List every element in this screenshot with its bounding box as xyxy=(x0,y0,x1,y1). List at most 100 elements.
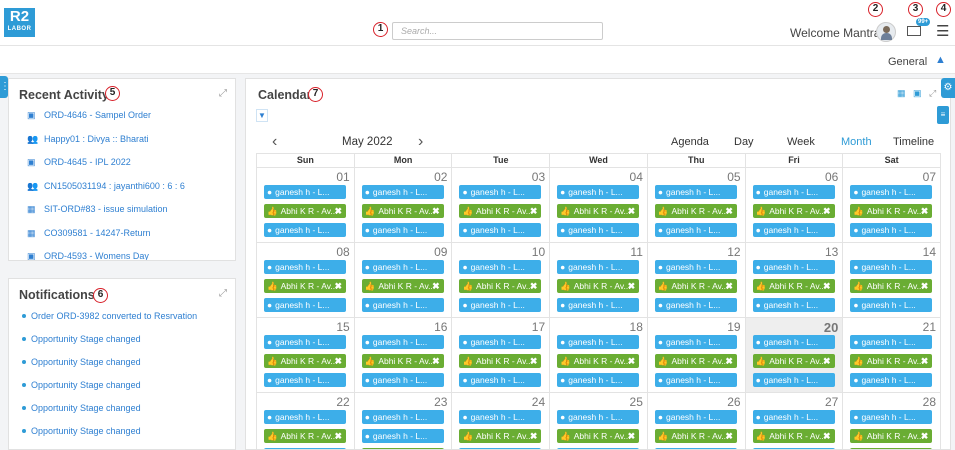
event-chip-abhi[interactable]: 👍Abhi K R - Av...✖ xyxy=(361,279,444,293)
event-chip-abhi[interactable]: 👍Abhi K R - Av...✖ xyxy=(752,429,835,443)
event-chip-ganesh[interactable]: ●ganesh h - L... xyxy=(264,298,346,312)
event-chip-ganesh[interactable]: ●ganesh h - L... xyxy=(459,410,542,424)
event-chip-ganesh[interactable]: ●ganesh h - L... xyxy=(654,223,737,237)
event-chip-abhi[interactable]: 👍Abhi K R - Av...✖ xyxy=(459,204,542,218)
event-chip-ganesh[interactable]: ●ganesh h - L... xyxy=(752,410,835,424)
event-chip-abhi[interactable]: 👍Abhi K R - Av...✖ xyxy=(361,204,444,218)
event-chip-abhi[interactable]: 👍Abhi K R - Av...✖ xyxy=(459,354,542,368)
event-chip-ganesh[interactable]: ●ganesh h - L... xyxy=(459,260,542,274)
activity-item[interactable]: ▣ ORD-4646 - Sampel Order xyxy=(27,110,151,121)
remove-event-icon[interactable]: ✖ xyxy=(628,204,636,218)
event-chip-ganesh[interactable]: ●ganesh h - L... xyxy=(654,298,737,312)
event-chip-abhi[interactable]: 👍Abhi K R - Av...✖ xyxy=(752,279,835,293)
event-chip-abhi[interactable]: 👍Abhi K R - Av...✖ xyxy=(264,429,346,443)
event-chip-ganesh[interactable]: ●ganesh h - L... xyxy=(654,335,737,349)
user-avatar[interactable] xyxy=(876,22,896,42)
remove-event-icon[interactable]: ✖ xyxy=(628,354,636,368)
remove-event-icon[interactable]: ✖ xyxy=(921,279,929,293)
event-chip-ganesh[interactable]: ●ganesh h - L... xyxy=(264,185,346,199)
event-chip-ganesh[interactable]: ●ganesh h - L... xyxy=(850,335,933,349)
calendar-day-cell[interactable]: 27●ganesh h - L...👍Abhi K R - Av...✖●gan… xyxy=(744,393,843,449)
event-chip-ganesh[interactable]: ●ganesh h - L... xyxy=(752,373,835,387)
calendar-day-cell[interactable]: 04 ● ganesh h - L... 👍 Abhi K R - Av... ✖ ● gan… xyxy=(549,168,647,243)
calendar-day-cell[interactable]: 06 ● ganesh h - L... 👍 Abhi K R - Av... ✖ ● gan… xyxy=(744,168,843,243)
event-chip-abhi[interactable]: 👍Abhi K R - Av...✖ xyxy=(459,279,542,293)
calendar-day-cell[interactable]: 08 ● ganesh h - L... 👍 Abhi K R - Av... ✖ ● gan… xyxy=(256,243,354,318)
remove-event-icon[interactable]: ✖ xyxy=(725,204,733,218)
event-chip-ganesh[interactable]: ●ganesh h - L... xyxy=(459,223,542,237)
event-chip-ganesh[interactable]: ●ganesh h - L... xyxy=(361,373,444,387)
calendar-day-cell[interactable]: 02 ● ganesh h - L... 👍 Abhi K R - Av... ✖ ● gan… xyxy=(353,168,452,243)
search-input[interactable] xyxy=(392,22,603,40)
remove-event-icon[interactable]: ✖ xyxy=(334,354,342,368)
calendar-day-cell[interactable]: 24●ganesh h - L...👍Abhi K R - Av...✖●gan… xyxy=(451,393,549,449)
event-chip-ganesh[interactable]: ●ganesh h - L... xyxy=(264,410,346,424)
event-chip-ganesh[interactable]: ●ganesh h - L... xyxy=(361,429,444,443)
calendar-day-cell[interactable]: 20 ● ganesh h - L... 👍 Abhi K R - Av... ✖ ● gan… xyxy=(744,318,843,393)
event-chip-ganesh[interactable]: ●ganesh h - L... xyxy=(361,335,444,349)
view-day[interactable]: Day xyxy=(734,136,754,148)
prev-month-button[interactable]: ‹ xyxy=(272,133,277,151)
remove-event-icon[interactable]: ✖ xyxy=(530,429,538,443)
event-chip-ganesh[interactable]: ●ganesh h - L... xyxy=(361,260,444,274)
view-agenda[interactable]: Agenda xyxy=(671,136,709,148)
remove-event-icon[interactable]: ✖ xyxy=(823,279,831,293)
event-chip-abhi[interactable]: 👍Abhi K R - Av...✖ xyxy=(654,429,737,443)
event-chip-abhi[interactable]: 👍Abhi K R - Av...✖ xyxy=(850,279,933,293)
general-dropdown[interactable]: General xyxy=(888,56,927,68)
event-chip-ganesh[interactable]: ●ganesh h - L... xyxy=(850,298,933,312)
remove-event-icon[interactable]: ✖ xyxy=(334,429,342,443)
remove-event-icon[interactable]: ✖ xyxy=(725,429,733,443)
activity-item[interactable]: 👥 CN1505031194 : jayanthi600 : 6 : 6 xyxy=(27,181,185,192)
event-chip-abhi[interactable]: 👍Abhi K R - Av...✖ xyxy=(850,429,933,443)
activity-item[interactable]: ▣ ORD-4593 - Womens Day xyxy=(27,251,149,260)
event-chip-ganesh[interactable]: ●ganesh h - L... xyxy=(361,298,444,312)
event-chip-abhi[interactable]: 👍Abhi K R - Av...✖ xyxy=(264,279,346,293)
remove-event-icon[interactable]: ✖ xyxy=(530,354,538,368)
activity-item[interactable]: ▣ ORD-4645 - IPL 2022 xyxy=(27,157,131,168)
event-chip-ganesh[interactable]: ●ganesh h - L... xyxy=(654,185,737,199)
event-chip-ganesh[interactable]: ●ganesh h - L... xyxy=(752,185,835,199)
event-chip-ganesh[interactable]: ●ganesh h - L... xyxy=(557,410,640,424)
event-chip-abhi[interactable]: 👍Abhi K R - Av...✖ xyxy=(654,354,737,368)
event-chip-ganesh[interactable]: ●ganesh h - L... xyxy=(850,185,933,199)
calendar-day-cell[interactable]: 21 ● ganesh h - L... 👍 Abhi K R - Av... ✖ ● gan… xyxy=(842,318,942,393)
activity-item[interactable]: ▦ SIT-ORD#83 - issue simulation xyxy=(27,204,168,215)
event-chip-abhi[interactable]: 👍Abhi K R - Av...✖ xyxy=(264,204,346,218)
event-chip-abhi[interactable]: 👍Abhi K R - Av...✖ xyxy=(850,354,933,368)
event-chip-ganesh[interactable]: ●ganesh h - L... xyxy=(264,373,346,387)
notification-item[interactable]: Opportunity Stage changed xyxy=(22,334,141,344)
notification-item[interactable]: Order ORD-3982 converted to Resrvation xyxy=(21,311,197,321)
calendar-day-cell[interactable]: 19 ● ganesh h - L... 👍 Abhi K R - Av... ✖ ● gan… xyxy=(646,318,745,393)
event-chip-ganesh[interactable]: ●ganesh h - L... xyxy=(264,223,346,237)
event-chip-ganesh[interactable]: ●ganesh h - L... xyxy=(361,410,444,424)
remove-event-icon[interactable]: ✖ xyxy=(334,204,342,218)
calendar-day-cell[interactable]: 25●ganesh h - L...👍Abhi K R - Av...✖●gan… xyxy=(549,393,647,449)
event-chip-abhi[interactable]: 👍Abhi K R - Av...✖ xyxy=(264,354,346,368)
event-chip-ganesh[interactable]: ●ganesh h - L... xyxy=(557,223,640,237)
event-chip-ganesh[interactable]: ●ganesh h - L... xyxy=(557,260,640,274)
expand-icon[interactable]: ⤢ xyxy=(929,88,936,99)
settings-gear-icon[interactable]: ⚙ xyxy=(941,78,955,98)
remove-event-icon[interactable]: ✖ xyxy=(725,279,733,293)
grid-view-icon[interactable]: ▦ xyxy=(897,88,906,99)
event-chip-ganesh[interactable]: ●ganesh h - L... xyxy=(459,335,542,349)
calendar-day-cell[interactable]: 12 ● ganesh h - L... 👍 Abhi K R - Av... ✖ ● gan… xyxy=(646,243,745,318)
event-chip-ganesh[interactable]: ●ganesh h - L... xyxy=(557,335,640,349)
event-chip-ganesh[interactable]: ●ganesh h - L... xyxy=(654,410,737,424)
calendar-day-cell[interactable]: 17 ● ganesh h - L... 👍 Abhi K R - Av... ✖ ● gan… xyxy=(451,318,550,393)
view-timeline[interactable]: Timeline xyxy=(893,136,934,148)
calendar-day-cell[interactable]: 14 ● ganesh h - L... 👍 Abhi K R - Av... ✖ ● gan… xyxy=(842,243,942,318)
filter-icon[interactable]: ▼ xyxy=(256,109,268,122)
event-chip-abhi[interactable]: 👍Abhi K R - Av...✖ xyxy=(752,354,835,368)
event-chip-ganesh[interactable]: ●ganesh h - L... xyxy=(459,185,542,199)
remove-event-icon[interactable]: ✖ xyxy=(432,204,440,218)
remove-event-icon[interactable]: ✖ xyxy=(334,279,342,293)
expand-icon[interactable]: ⤢ xyxy=(219,88,227,99)
remove-event-icon[interactable]: ✖ xyxy=(432,279,440,293)
view-month[interactable]: Month xyxy=(841,136,872,148)
calendar-day-cell[interactable]: 03 ● ganesh h - L... 👍 Abhi K R - Av... ✖ ● gan… xyxy=(451,168,550,243)
remove-event-icon[interactable]: ✖ xyxy=(823,354,831,368)
next-month-button[interactable]: › xyxy=(418,133,423,151)
event-chip-ganesh[interactable]: ●ganesh h - L... xyxy=(752,335,835,349)
